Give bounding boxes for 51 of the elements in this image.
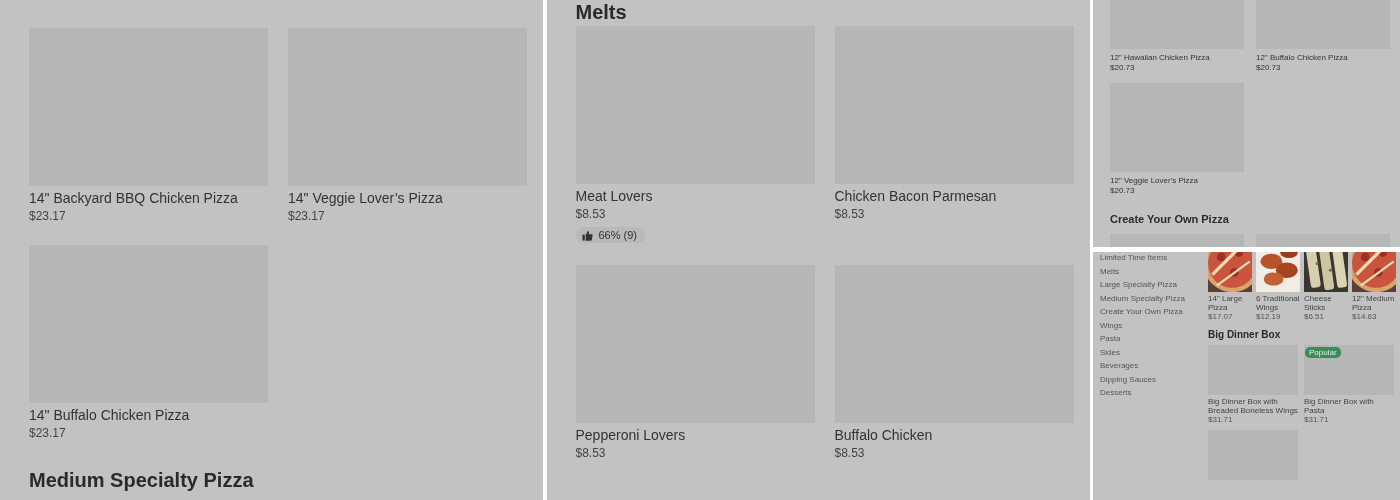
item-price: $8.53 — [834, 444, 866, 462]
item-price: $6.51 — [1304, 312, 1326, 321]
category-link[interactable]: Large Specialty Pizza — [1100, 280, 1204, 291]
item-name[interactable]: 12" Buffalo Chicken Pizza — [1256, 53, 1390, 63]
item-name[interactable]: Cheese Sticks — [1304, 294, 1348, 312]
category-link[interactable]: Sides — [1100, 347, 1204, 358]
item-price: $8.53 — [834, 206, 866, 223]
category-link[interactable]: Limited Time Items — [1100, 253, 1204, 264]
item-name[interactable]: Pepperoni Lovers — [575, 425, 815, 444]
category-link[interactable]: Dipping Sauces — [1100, 374, 1204, 385]
rating-text: 66% (9) — [598, 229, 638, 241]
item-price: $12.19 — [1256, 312, 1282, 321]
category-link[interactable]: Pasta — [1100, 334, 1204, 345]
category-link[interactable]: Medium Specialty Pizza — [1100, 293, 1204, 304]
item-price: $17.07 — [1208, 312, 1234, 321]
thumbs-up-icon — [581, 229, 593, 241]
item-price: $8.53 — [575, 206, 607, 223]
item-name[interactable]: 6 Traditional Wings — [1256, 294, 1300, 312]
category-link[interactable]: Beverages — [1100, 361, 1204, 372]
item-name[interactable]: 12" Hawaiian Chicken Pizza — [1110, 53, 1244, 63]
item-name[interactable]: 14" Veggie Lover’s Pizza — [288, 189, 527, 207]
item-price: $31.71 — [1208, 415, 1234, 424]
item-name[interactable]: 12" Veggie Lover's Pizza — [1110, 176, 1244, 186]
section-heading: Melts — [575, 0, 628, 24]
popular-tag: Popular — [1305, 347, 1341, 358]
item-price: $23.17 — [29, 425, 67, 442]
item-name[interactable]: Buffalo Chicken — [834, 425, 1074, 444]
item-price: $31.71 — [1304, 415, 1330, 424]
item-name[interactable]: 14" Large Pizza — [1208, 294, 1252, 312]
item-name[interactable]: Big Dinner Box with Pasta — [1304, 397, 1394, 415]
item-name[interactable]: 14" Buffalo Chicken Pizza — [29, 406, 268, 424]
image-placeholder[interactable]: Popular — [1304, 345, 1394, 395]
section-heading: Big Dinner Box — [1208, 329, 1282, 341]
section-heading: Medium Specialty Pizza — [29, 468, 255, 492]
item-name[interactable]: Chicken Bacon Parmesan — [834, 187, 1074, 205]
item-price: $14.63 — [1352, 312, 1378, 321]
item-price: $20.73 — [1110, 186, 1136, 196]
item-price: $23.17 — [29, 208, 67, 225]
item-price: $23.17 — [288, 208, 326, 225]
category-link[interactable]: Desserts — [1100, 388, 1204, 399]
item-price: $20.73 — [1256, 63, 1282, 73]
section-heading: Create Your Own Pizza — [1110, 212, 1230, 226]
category-link[interactable]: Create Your Own Pizza — [1100, 307, 1204, 318]
item-name[interactable]: 14" Backyard BBQ Chicken Pizza — [29, 189, 268, 207]
item-name[interactable]: Meat Lovers — [575, 187, 815, 205]
item-price: $20.73 — [1110, 63, 1136, 73]
item-name[interactable]: Big Dinner Box with Breaded Boneless Wings — [1208, 397, 1298, 415]
category-link[interactable]: Melts — [1100, 266, 1204, 277]
item-name[interactable]: 12" Medium Pizza — [1352, 294, 1396, 312]
item-price: $8.53 — [575, 444, 607, 462]
category-link[interactable]: Wings — [1100, 320, 1204, 331]
